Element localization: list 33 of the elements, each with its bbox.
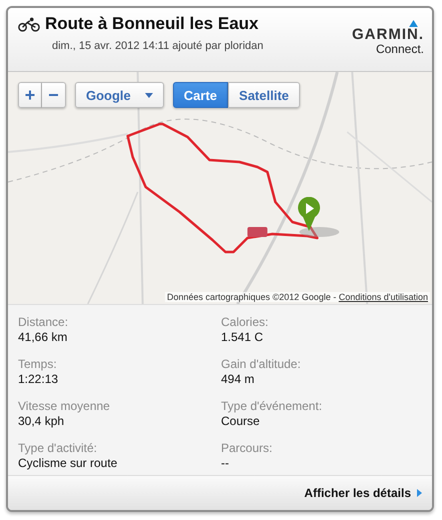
map-attribution: Données cartographiques ©2012 Google - bbox=[166, 292, 338, 302]
product-name: Connect. bbox=[376, 42, 424, 56]
stat-label: Temps: bbox=[18, 357, 58, 371]
stat-value: 30,4 kph bbox=[18, 414, 66, 428]
brand-logo: GARMIN. bbox=[352, 27, 424, 42]
stat-label: Distance: bbox=[18, 315, 70, 329]
provider-dropdown[interactable]: Google bbox=[75, 82, 164, 108]
stat-label: Parcours: bbox=[221, 441, 274, 455]
caret-icon bbox=[144, 92, 153, 98]
zoom-out-button[interactable]: − bbox=[42, 82, 66, 108]
map-pin-icon bbox=[297, 197, 321, 231]
stat-label: Vitesse moyenne bbox=[18, 399, 111, 413]
stat-value: Course bbox=[221, 414, 261, 428]
terms-link[interactable]: Conditions d'utilisation bbox=[338, 292, 428, 302]
bicycle-icon bbox=[18, 16, 40, 32]
arrow-icon bbox=[417, 489, 422, 497]
stat-value: Cyclisme sur route bbox=[18, 456, 118, 470]
map-type-tab[interactable]: Satellite bbox=[228, 82, 300, 108]
stat-value: -- bbox=[221, 456, 230, 470]
triangle-icon bbox=[409, 20, 418, 27]
stat-label: Type d'activité: bbox=[18, 441, 98, 455]
zoom-in-button[interactable]: + bbox=[18, 82, 42, 108]
stat-label: Gain d'altitude: bbox=[221, 357, 302, 371]
stat-label: Calories: bbox=[221, 315, 270, 329]
stat-label: Type d'événement: bbox=[221, 399, 324, 413]
stat-value: 1:22:13 bbox=[18, 372, 60, 386]
stat-value: 41,66 km bbox=[18, 330, 68, 344]
map-type-tab[interactable]: Carte bbox=[172, 82, 228, 108]
details-link[interactable]: Afficher les détails bbox=[304, 486, 422, 500]
activity-date: dim., 15 avr. 2012 14:11 ajouté par ploridan bbox=[52, 40, 264, 52]
stat-value: 494 m bbox=[221, 372, 256, 386]
page-title: Route à Bonneuil les Eaux bbox=[45, 14, 258, 34]
stat-value: 1.541 C bbox=[221, 330, 264, 344]
